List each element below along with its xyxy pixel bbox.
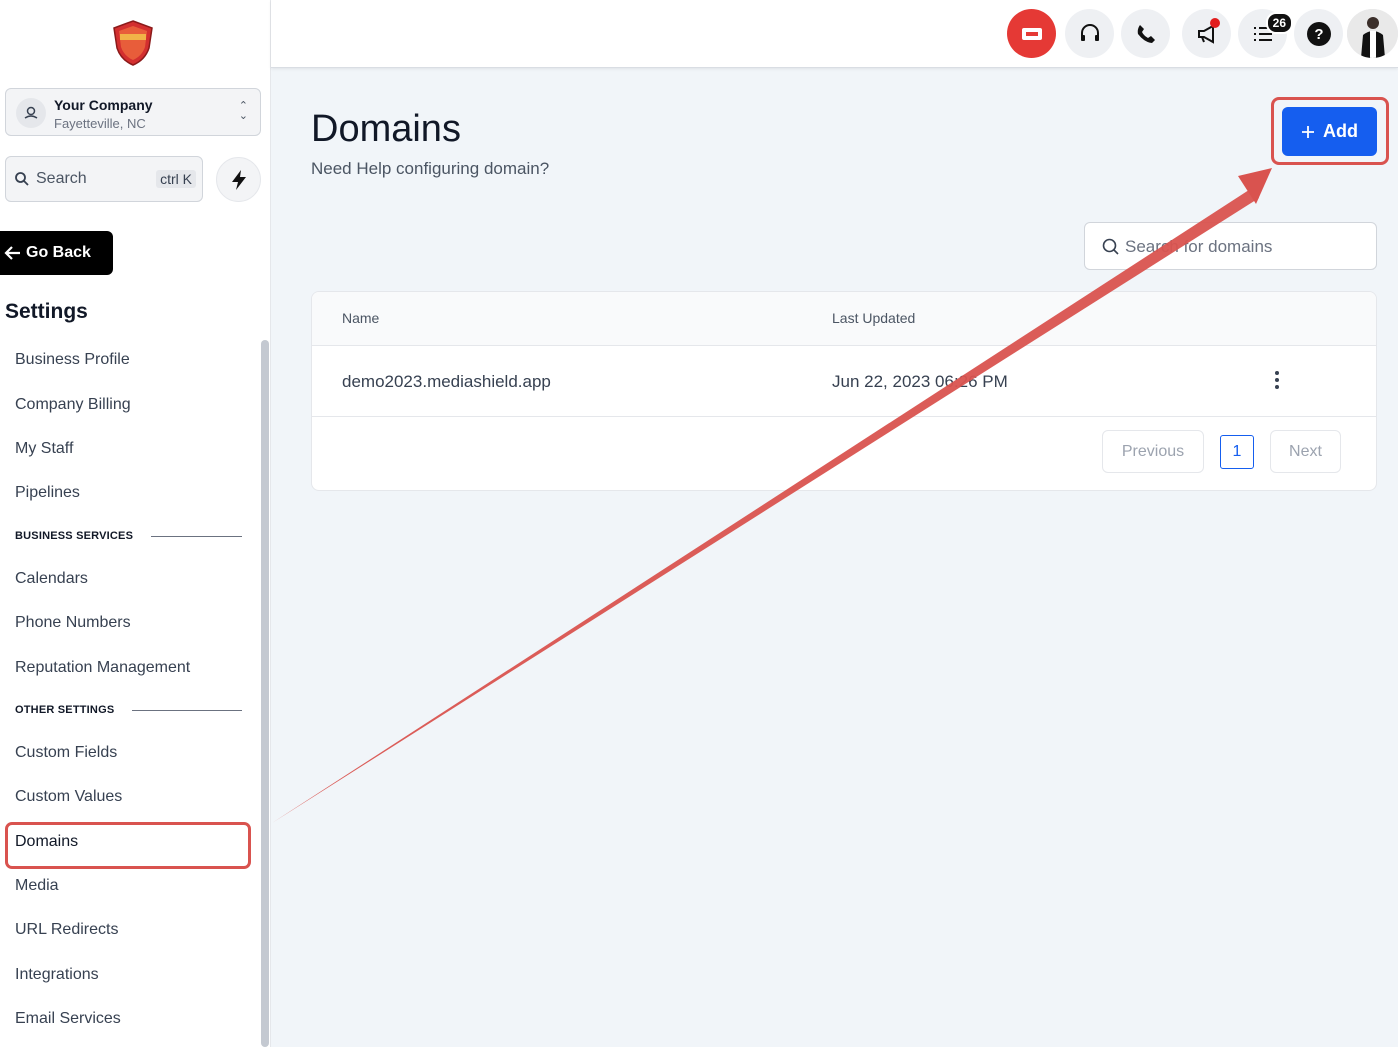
- sidebar-item-pipelines[interactable]: Pipelines: [0, 471, 260, 515]
- ticket-icon[interactable]: [1007, 9, 1056, 58]
- sidebar: Your Company Fayetteville, NC ⌃ ⌄ Search …: [0, 0, 271, 1047]
- help-link[interactable]: Need Help configuring domain?: [311, 159, 549, 179]
- sidebar-scrollbar[interactable]: [261, 340, 269, 1047]
- go-back-button[interactable]: Go Back: [0, 231, 113, 275]
- section-divider: [132, 709, 242, 711]
- domain-search-input[interactable]: [1125, 233, 1365, 261]
- sidebar-item-email-services[interactable]: Email Services: [0, 997, 260, 1041]
- sidebar-item-integrations[interactable]: Integrations: [0, 953, 260, 997]
- location-pin-icon: [16, 98, 46, 128]
- phone-icon[interactable]: [1121, 9, 1170, 58]
- domains-table-card: Name Last Updated demo2023.mediashield.a…: [311, 291, 1377, 491]
- sidebar-item-custom-values[interactable]: Custom Values: [0, 775, 260, 819]
- search-icon: [15, 172, 29, 186]
- table-row[interactable]: demo2023.mediashield.app Jun 22, 2023 06…: [312, 346, 1376, 417]
- company-switcher[interactable]: Your Company Fayetteville, NC ⌃ ⌄: [5, 88, 261, 136]
- annotation-highlight-add: [1271, 97, 1389, 165]
- section-label: BUSINESS SERVICES: [15, 530, 134, 543]
- lightning-icon: [231, 169, 246, 190]
- chevron-updown-icon: ⌃ ⌄: [238, 100, 248, 122]
- sidebar-item-reputation-management[interactable]: Reputation Management: [0, 645, 260, 689]
- user-avatar[interactable]: [1347, 9, 1398, 58]
- global-search[interactable]: Search ctrl K: [5, 156, 203, 202]
- company-name: Your Company: [54, 97, 153, 113]
- company-location: Fayetteville, NC: [54, 116, 146, 131]
- quick-actions-button[interactable]: [216, 157, 261, 202]
- svg-text:?: ?: [1314, 26, 1323, 43]
- domain-updated: Jun 22, 2023 06:26 PM: [832, 372, 1008, 391]
- section-label: OTHER SETTINGS: [15, 704, 115, 717]
- sidebar-item-phone-numbers[interactable]: Phone Numbers: [0, 601, 260, 645]
- annotation-highlight-domains: [5, 822, 251, 869]
- column-name[interactable]: Name: [342, 310, 379, 326]
- next-button[interactable]: Next: [1270, 430, 1341, 473]
- settings-nav: Business Profile Company Billing My Staf…: [0, 338, 260, 1041]
- search-label: Search: [36, 170, 87, 187]
- domain-name: demo2023.mediashield.app: [342, 372, 551, 391]
- sidebar-item-custom-fields[interactable]: Custom Fields: [0, 731, 260, 775]
- go-back-label: Go Back: [26, 244, 91, 261]
- section-divider: [151, 535, 242, 537]
- column-last-updated[interactable]: Last Updated: [832, 310, 915, 326]
- domain-search[interactable]: [1084, 222, 1377, 270]
- search-shortcut: ctrl K: [156, 170, 196, 188]
- search-icon: [1102, 238, 1119, 255]
- page-title: Domains: [311, 108, 461, 150]
- megaphone-icon[interactable]: [1182, 9, 1231, 58]
- settings-title: Settings: [5, 300, 88, 323]
- more-options-icon[interactable]: [1270, 366, 1284, 394]
- section-business-services: BUSINESS SERVICES: [0, 516, 260, 557]
- notification-dot: [1210, 18, 1220, 28]
- previous-button[interactable]: Previous: [1102, 430, 1204, 473]
- sidebar-item-calendars[interactable]: Calendars: [0, 557, 260, 601]
- table-header: Name Last Updated: [312, 292, 1376, 346]
- sidebar-item-url-redirects[interactable]: URL Redirects: [0, 908, 260, 952]
- task-count-badge: 26: [1265, 12, 1293, 34]
- task-list-icon[interactable]: 26: [1238, 9, 1293, 58]
- page-1-button[interactable]: 1: [1220, 435, 1254, 469]
- sidebar-item-my-staff[interactable]: My Staff: [0, 427, 260, 471]
- company-shield-logo: [112, 20, 154, 66]
- sidebar-item-company-billing[interactable]: Company Billing: [0, 382, 260, 426]
- sidebar-item-business-profile[interactable]: Business Profile: [0, 338, 260, 382]
- section-other-settings: OTHER SETTINGS: [0, 690, 260, 731]
- headset-icon[interactable]: [1065, 9, 1114, 58]
- arrow-left-icon: [4, 246, 20, 260]
- help-icon[interactable]: ?: [1294, 9, 1343, 58]
- sidebar-item-media[interactable]: Media: [0, 864, 260, 908]
